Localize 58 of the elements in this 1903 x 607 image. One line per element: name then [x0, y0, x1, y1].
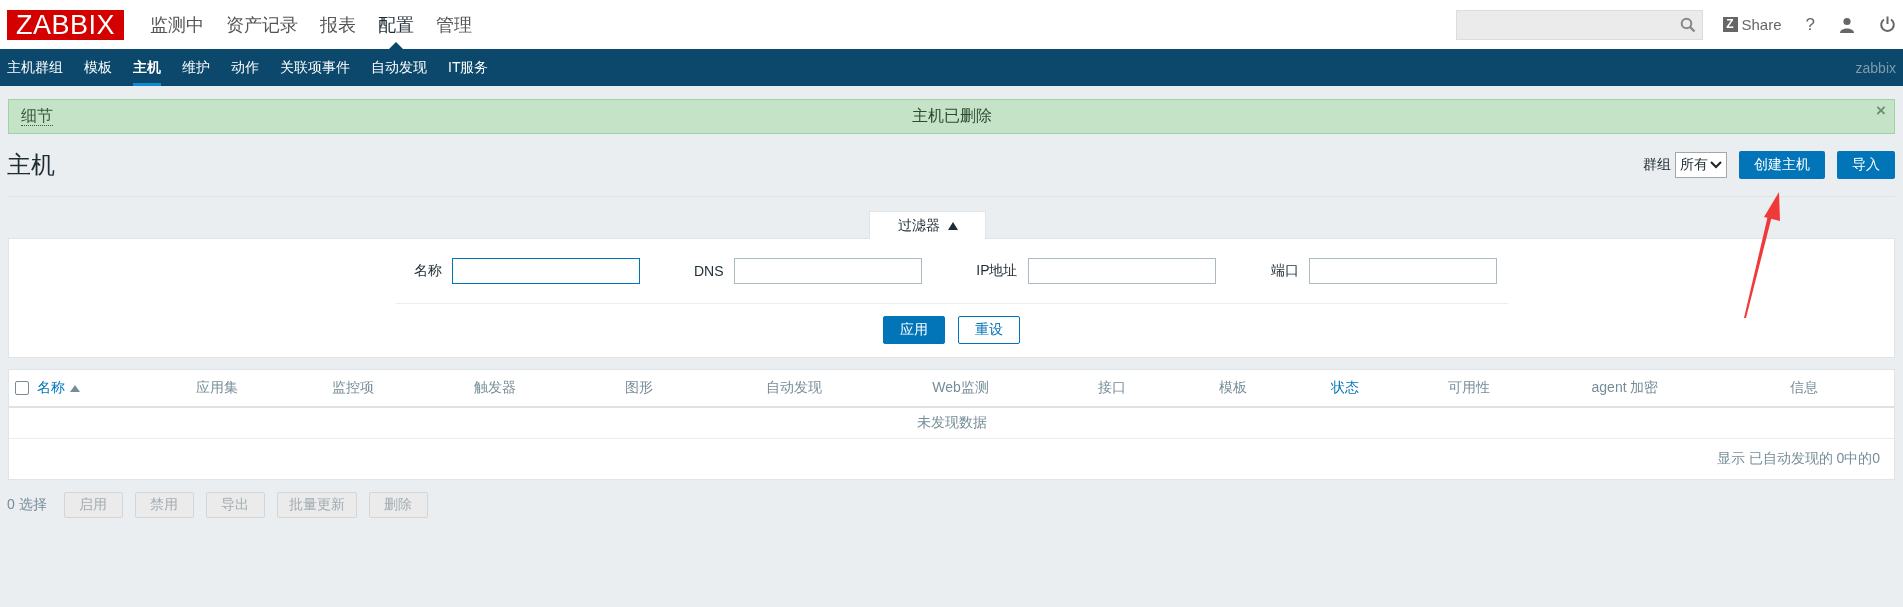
- subnav-item[interactable]: 主机: [133, 56, 161, 86]
- message-text: 主机已删除: [911, 106, 992, 126]
- selected-count: 0 选择: [7, 496, 47, 514]
- username: zabbix: [1855, 59, 1896, 76]
- apply-button[interactable]: 应用: [883, 316, 945, 344]
- column-header: 模板: [1218, 379, 1248, 397]
- column-header: 触发器: [472, 379, 517, 397]
- menu-item[interactable]: 资产记录: [226, 0, 298, 49]
- field-label: 端口: [1269, 262, 1300, 280]
- user-icon[interactable]: [1839, 16, 1855, 33]
- subnav-item[interactable]: 模板: [84, 49, 112, 86]
- details-link[interactable]: 细节: [21, 107, 53, 126]
- menu-item[interactable]: 报表: [320, 0, 356, 49]
- field-label: 名称: [412, 262, 443, 280]
- column-header: 可用性: [1447, 379, 1491, 397]
- header-button[interactable]: 导入: [1837, 151, 1895, 179]
- column-header: 图形: [623, 379, 654, 397]
- share-link[interactable]: Z Share: [1722, 16, 1782, 33]
- triangle-up-icon: [947, 221, 958, 230]
- filter-tab[interactable]: 过滤器: [869, 211, 986, 239]
- column-header: 应用集: [194, 379, 239, 397]
- subnav-item[interactable]: 关联项事件: [280, 49, 350, 86]
- input-field[interactable]: [1308, 258, 1497, 284]
- menu-item[interactable]: 管理: [436, 0, 472, 49]
- column-header: agent 加密: [1590, 379, 1660, 397]
- input-field[interactable]: [451, 258, 640, 284]
- table-footer-text: 显示 已自动发现的 0中的0: [1716, 450, 1880, 468]
- column-header: 监控项: [331, 379, 375, 397]
- chevron-icon: [1710, 161, 1722, 169]
- checkbox[interactable]: [15, 381, 29, 395]
- subnav-item[interactable]: 动作: [231, 49, 259, 86]
- subnav-item[interactable]: 自动发现: [371, 49, 427, 86]
- column-header[interactable]: 名称: [35, 379, 151, 397]
- power-icon[interactable]: [1879, 16, 1896, 33]
- page-title: 主机: [7, 150, 55, 180]
- reset-button[interactable]: 重设: [958, 316, 1020, 344]
- column-header: Web监测: [931, 379, 990, 397]
- subnav-item[interactable]: 主机群组: [7, 49, 63, 86]
- field-label: DNS: [692, 263, 725, 279]
- header-button[interactable]: 创建主机: [1739, 151, 1825, 179]
- input-field[interactable]: [1027, 258, 1216, 284]
- search-field[interactable]: [1455, 9, 1703, 40]
- subnav-item[interactable]: 维护: [182, 49, 210, 86]
- help-link[interactable]: ?: [1805, 14, 1815, 35]
- group-label: 群组: [1643, 156, 1671, 174]
- column-header: 接口: [1097, 379, 1127, 397]
- logo[interactable]: ZABBIX: [7, 9, 124, 40]
- search-icon[interactable]: [1679, 16, 1696, 33]
- empty-text: 未发现数据: [916, 414, 987, 432]
- column-header[interactable]: 状态: [1288, 379, 1401, 397]
- menu-item[interactable]: 配置: [378, 0, 414, 49]
- column-header: 信息: [1788, 379, 1819, 397]
- field-label: IP地址: [975, 262, 1019, 280]
- column-header: 自动发现: [764, 379, 823, 397]
- subnav-item[interactable]: IT服务: [448, 49, 489, 86]
- menu-item[interactable]: 监测中: [150, 0, 204, 49]
- group-select[interactable]: 所有: [1675, 152, 1727, 178]
- input-field[interactable]: [733, 258, 922, 284]
